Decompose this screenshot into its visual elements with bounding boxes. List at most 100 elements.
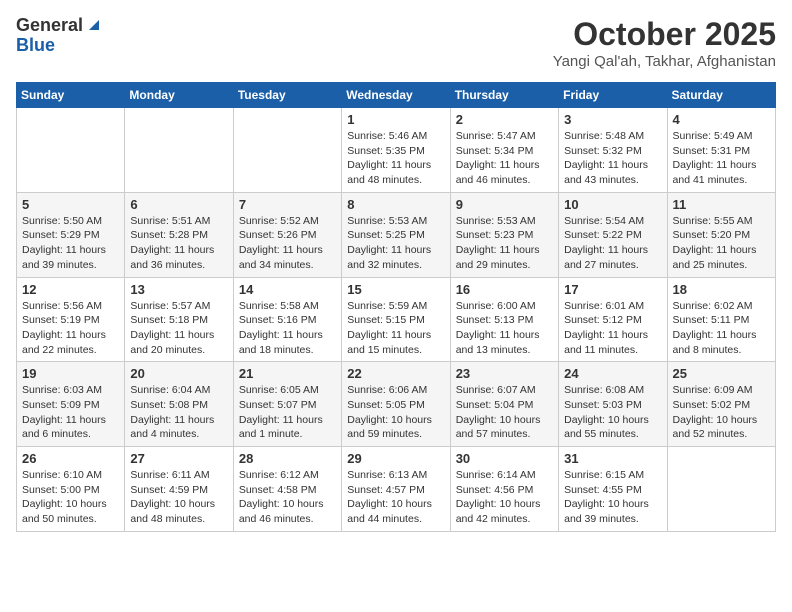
day-info: Sunrise: 5:56 AM Sunset: 5:19 PM Dayligh… bbox=[22, 299, 119, 358]
day-number: 2 bbox=[456, 112, 553, 127]
day-info: Sunrise: 6:12 AM Sunset: 4:58 PM Dayligh… bbox=[239, 468, 336, 527]
day-header-monday: Monday bbox=[125, 83, 233, 108]
day-number: 25 bbox=[673, 366, 770, 381]
calendar-cell: 18Sunrise: 6:02 AM Sunset: 5:11 PM Dayli… bbox=[667, 277, 775, 362]
day-number: 4 bbox=[673, 112, 770, 127]
calendar-cell: 9 Sunrise: 5:53 AM Sunset: 5:23 PM Daylig… bbox=[450, 192, 558, 277]
day-info: Sunrise: 6:14 AM Sunset: 4:56 PM Dayligh… bbox=[456, 468, 553, 527]
logo: General Blue bbox=[16, 16, 103, 56]
calendar-cell: 3 Sunrise: 5:48 AM Sunset: 5:32 PM Daylig… bbox=[559, 108, 667, 193]
logo-blue-text: Blue bbox=[16, 36, 55, 56]
day-number: 16 bbox=[456, 282, 553, 297]
calendar-cell: 25 Sunrise: 6:09 AM Sunset: 5:02 PM Dayli… bbox=[667, 362, 775, 447]
day-info: Sunrise: 6:07 AM Sunset: 5:04 PM Dayligh… bbox=[456, 383, 553, 442]
day-number: 31 bbox=[564, 451, 661, 466]
day-info: Sunrise: 6:03 AM Sunset: 5:09 PM Dayligh… bbox=[22, 383, 119, 442]
day-info: Sunrise: 6:13 AM Sunset: 4:57 PM Dayligh… bbox=[347, 468, 444, 527]
day-info: Sunrise: 5:48 AM Sunset: 5:32 PM Dayligh… bbox=[564, 129, 661, 188]
calendar-week-row: 19 Sunrise: 6:03 AM Sunset: 5:09 PM Dayli… bbox=[17, 362, 776, 447]
page-header: General Blue October 2025 Yangi Qal'ah, … bbox=[16, 16, 776, 70]
calendar-cell: 1Sunrise: 5:46 AM Sunset: 5:35 PM Daylig… bbox=[342, 108, 450, 193]
title-section: October 2025 Yangi Qal'ah, Takhar, Afgha… bbox=[553, 16, 776, 70]
calendar-cell bbox=[667, 447, 775, 532]
calendar-cell: 22 Sunrise: 6:06 AM Sunset: 5:05 PM Dayli… bbox=[342, 362, 450, 447]
day-number: 6 bbox=[130, 197, 227, 212]
day-header-wednesday: Wednesday bbox=[342, 83, 450, 108]
day-number: 21 bbox=[239, 366, 336, 381]
day-number: 20 bbox=[130, 366, 227, 381]
calendar-cell bbox=[125, 108, 233, 193]
day-number: 13 bbox=[130, 282, 227, 297]
day-info: Sunrise: 5:55 AM Sunset: 5:20 PM Dayligh… bbox=[673, 214, 770, 273]
calendar-cell: 26Sunrise: 6:10 AM Sunset: 5:00 PM Dayli… bbox=[17, 447, 125, 532]
calendar-week-row: 1Sunrise: 5:46 AM Sunset: 5:35 PM Daylig… bbox=[17, 108, 776, 193]
day-info: Sunrise: 6:04 AM Sunset: 5:08 PM Dayligh… bbox=[130, 383, 227, 442]
calendar-cell: 8Sunrise: 5:53 AM Sunset: 5:25 PM Daylig… bbox=[342, 192, 450, 277]
day-info: Sunrise: 5:52 AM Sunset: 5:26 PM Dayligh… bbox=[239, 214, 336, 273]
day-number: 15 bbox=[347, 282, 444, 297]
day-number: 9 bbox=[456, 197, 553, 212]
day-number: 27 bbox=[130, 451, 227, 466]
day-info: Sunrise: 6:15 AM Sunset: 4:55 PM Dayligh… bbox=[564, 468, 661, 527]
day-number: 29 bbox=[347, 451, 444, 466]
day-number: 22 bbox=[347, 366, 444, 381]
day-number: 11 bbox=[673, 197, 770, 212]
day-info: Sunrise: 5:47 AM Sunset: 5:34 PM Dayligh… bbox=[456, 129, 553, 188]
calendar-cell: 27 Sunrise: 6:11 AM Sunset: 4:59 PM Dayli… bbox=[125, 447, 233, 532]
day-info: Sunrise: 6:09 AM Sunset: 5:02 PM Dayligh… bbox=[673, 383, 770, 442]
day-number: 30 bbox=[456, 451, 553, 466]
calendar-cell: 23 Sunrise: 6:07 AM Sunset: 5:04 PM Dayli… bbox=[450, 362, 558, 447]
calendar-cell: 7 Sunrise: 5:52 AM Sunset: 5:26 PM Daylig… bbox=[233, 192, 341, 277]
calendar-cell: 30 Sunrise: 6:14 AM Sunset: 4:56 PM Dayli… bbox=[450, 447, 558, 532]
calendar-cell: 2 Sunrise: 5:47 AM Sunset: 5:34 PM Daylig… bbox=[450, 108, 558, 193]
calendar-cell bbox=[233, 108, 341, 193]
day-number: 7 bbox=[239, 197, 336, 212]
day-number: 24 bbox=[564, 366, 661, 381]
calendar-cell: 10Sunrise: 5:54 AM Sunset: 5:22 PM Dayli… bbox=[559, 192, 667, 277]
day-number: 17 bbox=[564, 282, 661, 297]
day-info: Sunrise: 6:10 AM Sunset: 5:00 PM Dayligh… bbox=[22, 468, 119, 527]
calendar-cell: 6 Sunrise: 5:51 AM Sunset: 5:28 PM Daylig… bbox=[125, 192, 233, 277]
day-number: 28 bbox=[239, 451, 336, 466]
day-number: 19 bbox=[22, 366, 119, 381]
calendar-cell: 13 Sunrise: 5:57 AM Sunset: 5:18 PM Dayli… bbox=[125, 277, 233, 362]
day-info: Sunrise: 6:08 AM Sunset: 5:03 PM Dayligh… bbox=[564, 383, 661, 442]
calendar-cell: 16 Sunrise: 6:00 AM Sunset: 5:13 PM Dayli… bbox=[450, 277, 558, 362]
day-header-saturday: Saturday bbox=[667, 83, 775, 108]
day-number: 10 bbox=[564, 197, 661, 212]
day-info: Sunrise: 6:06 AM Sunset: 5:05 PM Dayligh… bbox=[347, 383, 444, 442]
logo-arrow-icon bbox=[85, 16, 103, 34]
day-number: 8 bbox=[347, 197, 444, 212]
logo-general-text: General bbox=[16, 16, 83, 36]
calendar-cell: 15 Sunrise: 5:59 AM Sunset: 5:15 PM Dayli… bbox=[342, 277, 450, 362]
location-title: Yangi Qal'ah, Takhar, Afghanistan bbox=[553, 53, 776, 70]
day-info: Sunrise: 6:11 AM Sunset: 4:59 PM Dayligh… bbox=[130, 468, 227, 527]
day-info: Sunrise: 5:59 AM Sunset: 5:15 PM Dayligh… bbox=[347, 299, 444, 358]
calendar-cell: 14Sunrise: 5:58 AM Sunset: 5:16 PM Dayli… bbox=[233, 277, 341, 362]
calendar-cell: 31 Sunrise: 6:15 AM Sunset: 4:55 PM Dayli… bbox=[559, 447, 667, 532]
day-header-friday: Friday bbox=[559, 83, 667, 108]
calendar-cell: 29 Sunrise: 6:13 AM Sunset: 4:57 PM Dayli… bbox=[342, 447, 450, 532]
calendar-cell: 24 Sunrise: 6:08 AM Sunset: 5:03 PM Dayli… bbox=[559, 362, 667, 447]
day-info: Sunrise: 5:49 AM Sunset: 5:31 PM Dayligh… bbox=[673, 129, 770, 188]
day-info: Sunrise: 5:53 AM Sunset: 5:23 PM Dayligh… bbox=[456, 214, 553, 273]
day-number: 14 bbox=[239, 282, 336, 297]
day-info: Sunrise: 6:01 AM Sunset: 5:12 PM Dayligh… bbox=[564, 299, 661, 358]
calendar-week-row: 5Sunrise: 5:50 AM Sunset: 5:29 PM Daylig… bbox=[17, 192, 776, 277]
calendar-cell: 20 Sunrise: 6:04 AM Sunset: 5:08 PM Dayli… bbox=[125, 362, 233, 447]
day-number: 18 bbox=[673, 282, 770, 297]
calendar-week-row: 12 Sunrise: 5:56 AM Sunset: 5:19 PM Dayli… bbox=[17, 277, 776, 362]
day-number: 12 bbox=[22, 282, 119, 297]
calendar-cell: 11 Sunrise: 5:55 AM Sunset: 5:20 PM Dayli… bbox=[667, 192, 775, 277]
day-number: 23 bbox=[456, 366, 553, 381]
day-info: Sunrise: 6:00 AM Sunset: 5:13 PM Dayligh… bbox=[456, 299, 553, 358]
calendar-cell: 4 Sunrise: 5:49 AM Sunset: 5:31 PM Daylig… bbox=[667, 108, 775, 193]
calendar-cell bbox=[17, 108, 125, 193]
day-info: Sunrise: 5:46 AM Sunset: 5:35 PM Dayligh… bbox=[347, 129, 444, 188]
day-number: 5 bbox=[22, 197, 119, 212]
day-number: 3 bbox=[564, 112, 661, 127]
day-info: Sunrise: 5:51 AM Sunset: 5:28 PM Dayligh… bbox=[130, 214, 227, 273]
calendar-table: SundayMondayTuesdayWednesdayThursdayFrid… bbox=[16, 82, 776, 532]
day-info: Sunrise: 5:57 AM Sunset: 5:18 PM Dayligh… bbox=[130, 299, 227, 358]
calendar-header-row: SundayMondayTuesdayWednesdayThursdayFrid… bbox=[17, 83, 776, 108]
